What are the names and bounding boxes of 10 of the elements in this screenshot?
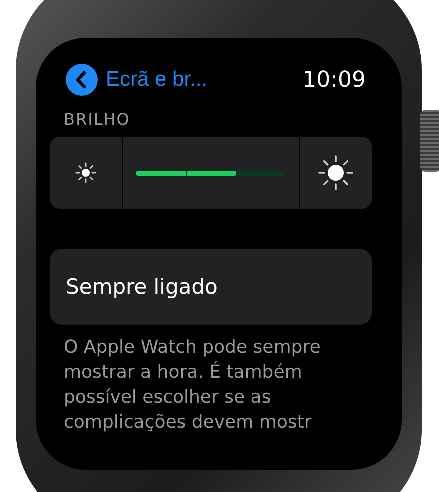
- clock-time: 10:09: [302, 68, 366, 92]
- always-on-button[interactable]: Sempre ligado: [50, 249, 372, 325]
- back-button[interactable]: Ecrã e br...: [50, 64, 208, 96]
- large-sun-icon: [317, 154, 355, 192]
- digital-crown: [420, 110, 439, 172]
- description-text: O Apple Watch pode sempre mostrar a hora. É também possível escolher se as complicações devem mostr: [64, 336, 322, 435]
- back-icon: [66, 64, 98, 96]
- section-label: BRILHO: [64, 110, 132, 129]
- small-sun-icon: [75, 162, 97, 184]
- brightness-slider[interactable]: [50, 137, 372, 209]
